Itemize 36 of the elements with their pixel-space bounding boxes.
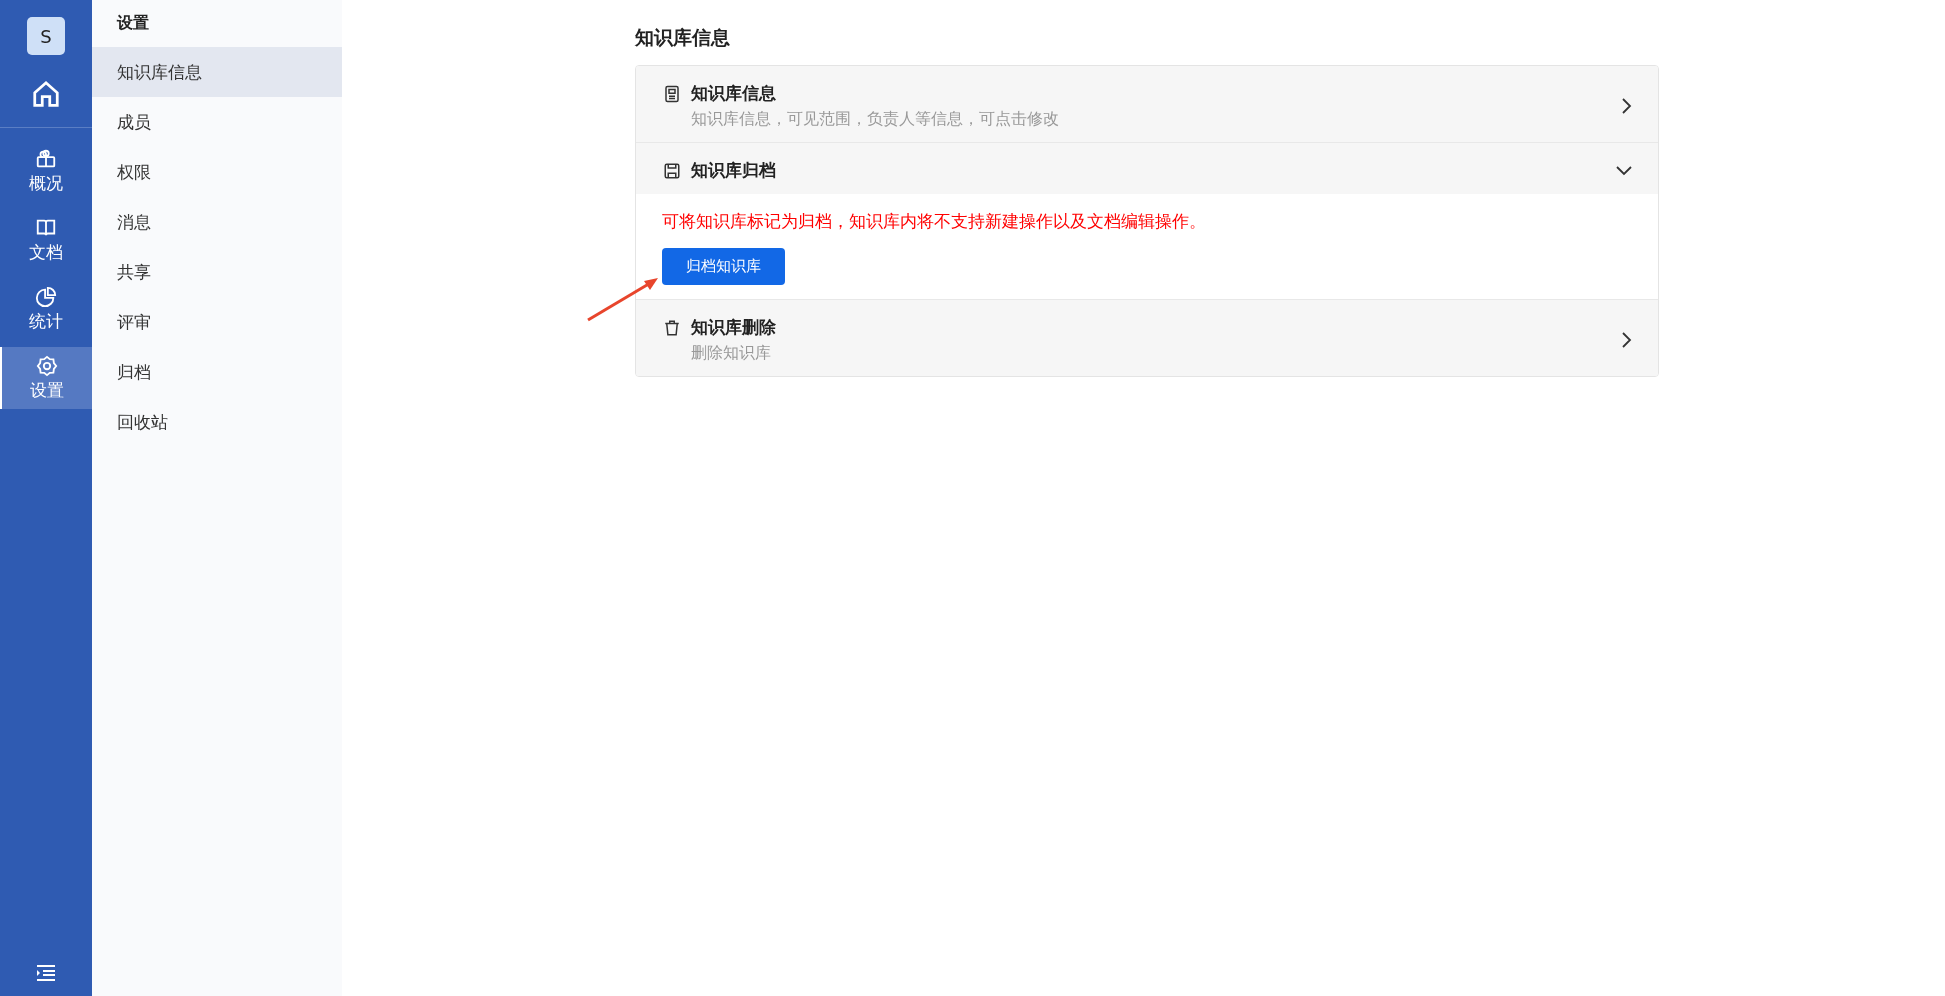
sidebar-item[interactable]: 消息: [92, 197, 342, 247]
chevron-down-icon: [1616, 165, 1632, 176]
sidebar-item[interactable]: 知识库信息: [92, 47, 342, 97]
document-icon: [663, 85, 681, 103]
rail-nav-item[interactable]: 文档: [0, 209, 92, 271]
section-title: 知识库信息: [691, 82, 777, 105]
section-title: 知识库删除: [691, 316, 777, 339]
rail-nav-item[interactable]: 设置: [0, 347, 92, 409]
sidebar-item[interactable]: 回收站: [92, 397, 342, 447]
sidebar-title: 设置: [115, 12, 150, 34]
section-header[interactable]: 知识库归档: [636, 142, 1658, 194]
home-icon[interactable]: [31, 79, 61, 109]
pie-chart-icon: [35, 285, 57, 308]
save-icon: [663, 162, 681, 180]
section-header[interactable]: 知识库删除 删除知识库: [636, 299, 1658, 376]
settings-icon: [36, 354, 58, 377]
section-header[interactable]: 知识库信息 知识库信息，可见范围，负责人等信息，可点击修改: [636, 66, 1658, 142]
rail-nav-item[interactable]: 统计: [0, 278, 92, 340]
chevron-right-icon: [1622, 332, 1632, 348]
rail-nav-item[interactable]: 概况: [0, 140, 92, 202]
archive-warning: 可将知识库标记为归档，知识库内将不支持新建操作以及文档编辑操作。: [662, 210, 1206, 233]
section-description: 知识库信息，可见范围，负责人等信息，可点击修改: [691, 109, 1060, 130]
avatar[interactable]: S: [27, 17, 65, 55]
sidebar-item[interactable]: 共享: [92, 247, 342, 297]
chevron-right-icon: [1622, 98, 1632, 114]
sidebar-item[interactable]: 归档: [92, 347, 342, 397]
section-title: 知识库归档: [691, 159, 777, 182]
page-title: 知识库信息: [635, 25, 731, 50]
gift-icon: [35, 147, 57, 170]
archive-button[interactable]: 归档知识库: [662, 248, 785, 285]
sidebar-item[interactable]: 评审: [92, 297, 342, 347]
trash-icon: [663, 319, 681, 337]
sidebar-item[interactable]: 权限: [92, 147, 342, 197]
section-description: 删除知识库: [691, 343, 772, 364]
sidebar-item[interactable]: 成员: [92, 97, 342, 147]
menu-icon[interactable]: [36, 965, 56, 981]
